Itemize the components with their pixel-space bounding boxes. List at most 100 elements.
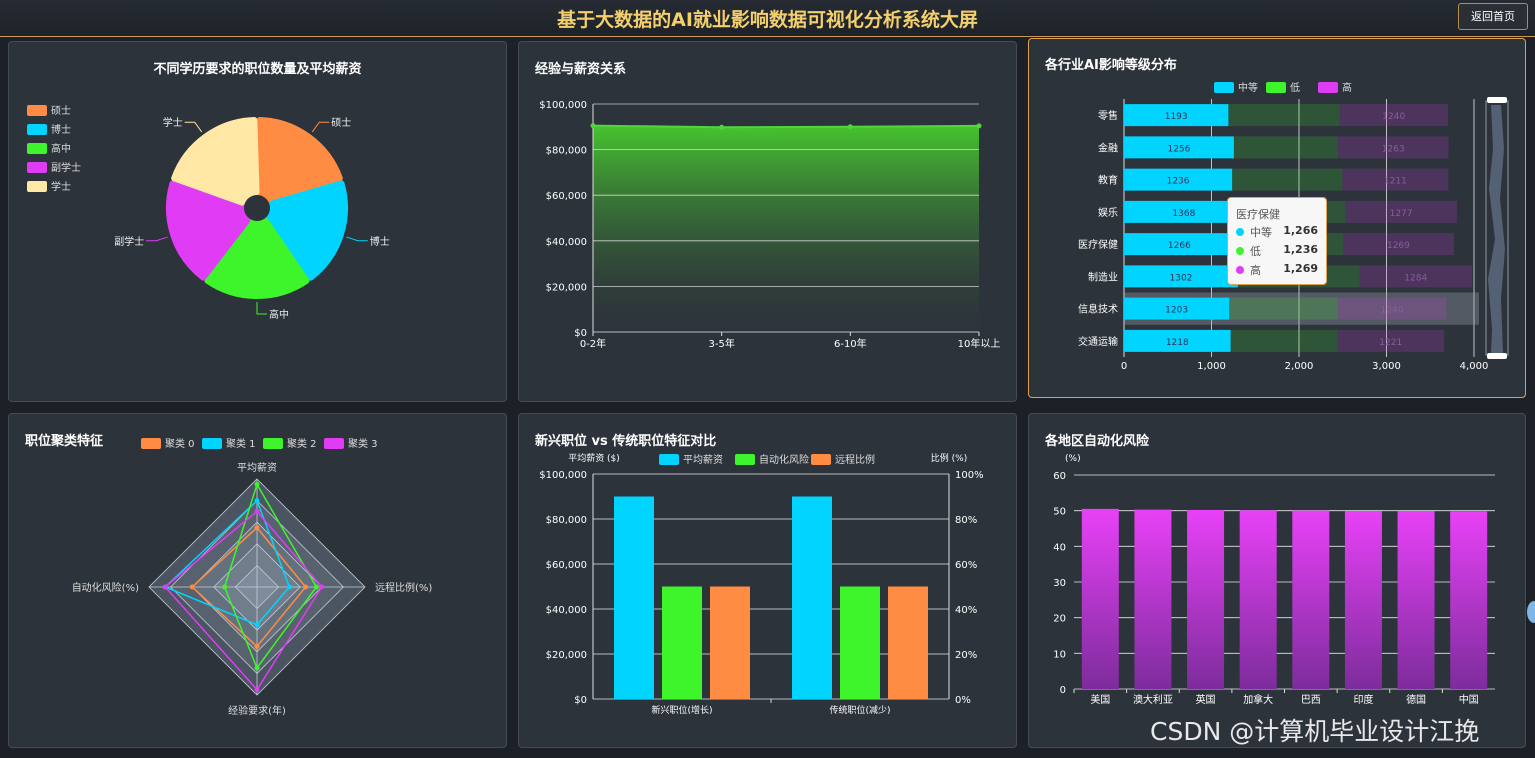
bar-value-label: 1368 xyxy=(1172,209,1195,219)
bar-value-label: 1193 xyxy=(1165,112,1188,122)
x-tick-label: 中国 xyxy=(1459,693,1479,706)
y-tick-label: $60,000 xyxy=(546,191,587,202)
bar-segment xyxy=(1232,168,1343,191)
radar-point xyxy=(254,498,260,504)
x-tick-label: 德国 xyxy=(1406,693,1426,706)
radar-point xyxy=(254,643,260,649)
bar xyxy=(888,586,928,699)
tooltip-title: 医疗保健 xyxy=(1236,208,1280,221)
slice-label: 学士 xyxy=(163,116,183,129)
bar-value-label: 1263 xyxy=(1382,144,1405,154)
panel-region-automation-risk: 各地区自动化风险 (%) 0 10 20 30 40 50 60 美国 澳大利亚 英国 加拿大 巴西 印度… xyxy=(1028,413,1526,748)
slice-label: 硕士 xyxy=(331,116,351,129)
radar-indicator-label: 平均薪资 xyxy=(237,462,277,474)
bar-value-label: 1266 xyxy=(1168,241,1191,251)
radar-point xyxy=(313,584,319,590)
tooltip-value: 1,266 xyxy=(1283,224,1318,237)
legend-dot xyxy=(1236,228,1244,236)
legend-swatch xyxy=(27,162,47,173)
y-tick-label: 交通运输 xyxy=(1078,335,1118,348)
legend-label: 高 xyxy=(1342,81,1352,94)
y-tick-label: 80% xyxy=(955,515,977,526)
legend-swatch xyxy=(1214,82,1234,93)
tooltip-name: 中等 xyxy=(1250,226,1272,239)
y-tick-label: $0 xyxy=(574,695,587,706)
bar-segment xyxy=(1233,136,1339,159)
y-tick-label: 金融 xyxy=(1098,141,1118,154)
data-point xyxy=(590,123,596,129)
radar-chart[interactable]: 聚类 0 聚类 1 聚类 2 聚类 3 平均薪资远程比例(%) 经验要求(年) 自动化风险(… xyxy=(9,414,506,747)
y-tick-label: 20 xyxy=(1053,614,1066,625)
tooltip-name: 高 xyxy=(1250,264,1261,277)
y-tick-label: $100,000 xyxy=(539,100,587,111)
radar-point xyxy=(319,584,325,590)
bar xyxy=(792,496,832,699)
legend-label: 聚类 1 xyxy=(226,437,256,450)
grouped-bar-chart[interactable]: 平均薪资 ($) 比例 (%) 平均薪资 自动化风险 远程比例 $0 $20,000 $40,… xyxy=(519,414,1016,747)
x-tick-label: 巴西 xyxy=(1301,694,1321,706)
datazoom-shadow xyxy=(1488,105,1505,353)
bar-chart[interactable]: (%) 0 10 20 30 40 50 60 美国 澳大利亚 英国 加拿大 巴西 印度 德国 中国 xyxy=(1029,414,1525,747)
y-tick-label: 40% xyxy=(955,605,977,616)
y-tick-label: 教育 xyxy=(1098,174,1118,187)
legend-label: 聚类 2 xyxy=(287,437,317,450)
radar-point xyxy=(303,584,309,590)
legend-label: 远程比例 xyxy=(835,453,875,466)
radar-point xyxy=(254,525,260,531)
y-tick-label: $80,000 xyxy=(546,515,587,526)
x-tick-label: 0-2年 xyxy=(580,337,606,350)
legend-swatch xyxy=(141,438,161,449)
pie-chart[interactable]: 硕士博士高中副学士学士硕士博士高中副学士学士 xyxy=(9,42,506,401)
bar xyxy=(1397,511,1435,689)
radar-indicator-label: 自动化风险(%) xyxy=(72,581,139,594)
y-axis-title: (%) xyxy=(1065,454,1081,464)
bar xyxy=(1187,509,1225,689)
legend-label: 副学士 xyxy=(51,161,81,174)
series-line xyxy=(592,124,980,129)
x-tick-label: 0 xyxy=(1121,361,1127,372)
slice-label: 副学士 xyxy=(114,235,144,248)
y-tick-label: 制造业 xyxy=(1088,270,1118,283)
legend-label: 硕士 xyxy=(51,104,71,117)
radar-point xyxy=(254,481,260,487)
radar-point xyxy=(286,584,292,590)
legend-swatch xyxy=(263,438,283,449)
y-tick-label: $20,000 xyxy=(546,650,587,661)
y-tick-label: 医疗保健 xyxy=(1078,238,1118,251)
back-home-button[interactable]: 返回首页 xyxy=(1458,3,1528,30)
y-tick-label: 10 xyxy=(1053,649,1066,660)
bar-segment xyxy=(1229,297,1338,320)
bar xyxy=(840,586,880,699)
bar-value-label: 1240 xyxy=(1382,112,1405,122)
x-tick-label: 4,000 xyxy=(1460,361,1489,372)
y-tick-label: 30 xyxy=(1053,578,1066,589)
legend-label: 中等 xyxy=(1238,81,1258,94)
bar-value-label: 1302 xyxy=(1170,273,1193,283)
y-tick-label: $60,000 xyxy=(546,560,587,571)
bar-value-label: 1269 xyxy=(1387,241,1410,251)
tooltip-value: 1,269 xyxy=(1283,262,1318,275)
area-chart[interactable]: $0 $20,000 $40,000 $60,000 $80,000 $100,000 0-… xyxy=(519,42,1016,401)
legend-label: 自动化风险 xyxy=(759,453,809,466)
radar-point xyxy=(254,665,260,671)
x-tick-label: 1,000 xyxy=(1197,361,1226,372)
bar xyxy=(1239,510,1277,689)
side-float-button[interactable] xyxy=(1527,601,1535,623)
legend-label: 博士 xyxy=(51,123,71,136)
legend-swatch xyxy=(27,143,47,154)
y-tick-label: 信息技术 xyxy=(1078,303,1118,316)
x-tick-label: 加拿大 xyxy=(1243,693,1273,706)
y-tick-label: 20% xyxy=(955,650,977,661)
legend-swatch xyxy=(27,124,47,135)
label-leader xyxy=(256,302,267,315)
legend-swatch xyxy=(324,438,344,449)
data-point xyxy=(719,124,725,130)
bar-value-label: 1240 xyxy=(1381,306,1404,316)
y-tick-label: $80,000 xyxy=(546,146,587,157)
x-tick-label: 3,000 xyxy=(1372,361,1401,372)
x-tick-label: 6-10年 xyxy=(834,337,867,350)
bar-value-label: 1211 xyxy=(1384,177,1407,187)
label-leader xyxy=(346,236,368,242)
bar-value-label: 1277 xyxy=(1390,209,1413,219)
y-tick-label: 60 xyxy=(1053,471,1066,482)
